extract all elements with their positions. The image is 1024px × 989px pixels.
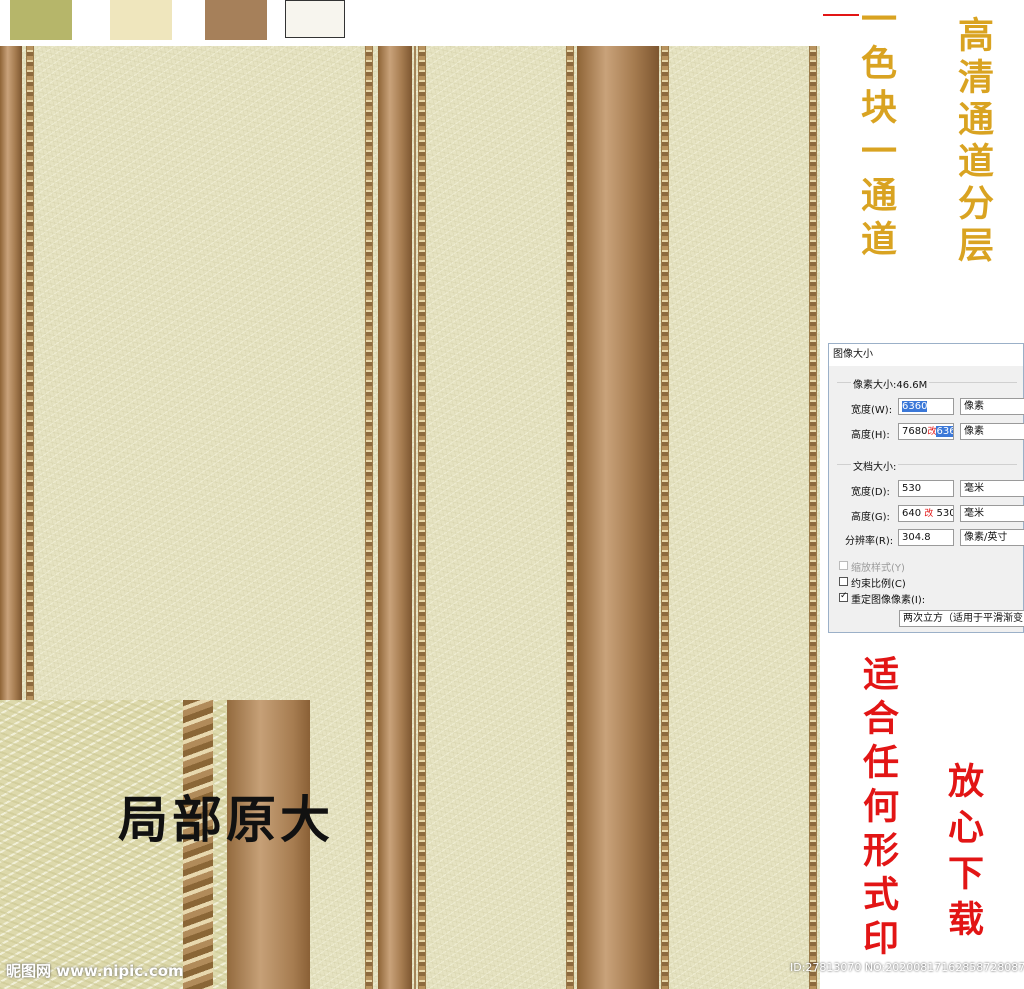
constrain-label: 约束比例(C) bbox=[851, 579, 906, 590]
download-text: 放心下载 bbox=[942, 762, 984, 946]
thin-line bbox=[414, 46, 416, 989]
scale-styles-checkbox[interactable] bbox=[839, 561, 848, 570]
height-label: 高度(H): bbox=[851, 430, 890, 441]
doc-height-label: 高度(G): bbox=[851, 512, 890, 523]
brown-stripe bbox=[577, 46, 659, 989]
resample-method-select[interactable]: 两次立方（适用于平滑渐变 bbox=[899, 610, 1024, 627]
color-swatch-cream bbox=[110, 0, 172, 40]
brown-stripe bbox=[378, 46, 412, 989]
doc-size-label: 文档大小: bbox=[851, 458, 899, 473]
width-input[interactable]: 6360 bbox=[898, 398, 954, 415]
color-block-text: 一色块一通道 bbox=[855, 0, 897, 264]
rope-border bbox=[365, 46, 373, 989]
width-unit-select[interactable]: 像素 bbox=[960, 398, 1024, 415]
resolution-input[interactable]: 304.8 bbox=[898, 529, 954, 546]
image-size-dialog: 图像大小 像素大小:46.6M 宽度(W): 6360 像素 高度(H): 76… bbox=[828, 343, 1024, 633]
color-swatch-green bbox=[10, 0, 72, 40]
watermark-logo: 昵图网 www.nipic.com bbox=[6, 962, 184, 980]
rope-border bbox=[661, 46, 669, 989]
watermark-id: ID:27813070 NO:20200817162858728087 bbox=[790, 961, 1024, 974]
doc-width-input[interactable]: 530 bbox=[898, 480, 954, 497]
scale-styles-label: 缩放样式(Y) bbox=[851, 563, 905, 574]
pixel-size-label: 像素大小:46.6M bbox=[851, 376, 930, 391]
resample-checkbox[interactable] bbox=[839, 591, 848, 602]
doc-width-unit-select[interactable]: 毫米 bbox=[960, 480, 1024, 497]
width-label: 宽度(W): bbox=[851, 405, 893, 416]
dialog-title: 图像大小 bbox=[829, 344, 1023, 366]
constrain-checkbox[interactable] bbox=[839, 577, 848, 586]
height-input[interactable]: 7680改6360 bbox=[898, 423, 954, 440]
rope-border bbox=[418, 46, 426, 989]
detail-label: 局部原大 bbox=[118, 790, 334, 849]
color-swatch-white bbox=[285, 0, 345, 38]
doc-height-unit-select[interactable]: 毫米 bbox=[960, 505, 1024, 522]
resolution-label: 分辨率(R): bbox=[845, 536, 894, 547]
suitable-print-text: 适合任何形式印 bbox=[857, 655, 899, 963]
red-mark bbox=[823, 14, 859, 16]
resample-label: 重定图像像素(I): bbox=[851, 595, 926, 606]
resolution-unit-select[interactable]: 像素/英寸 bbox=[960, 529, 1024, 546]
rope-border bbox=[566, 46, 574, 989]
color-swatch-brown bbox=[205, 0, 267, 40]
doc-height-input[interactable]: 640 改 530 bbox=[898, 505, 954, 522]
height-unit-select[interactable]: 像素 bbox=[960, 423, 1024, 440]
rope-border bbox=[809, 46, 817, 989]
hd-layers-text: 高清通道分层 bbox=[952, 16, 994, 268]
doc-width-label: 宽度(D): bbox=[851, 487, 890, 498]
